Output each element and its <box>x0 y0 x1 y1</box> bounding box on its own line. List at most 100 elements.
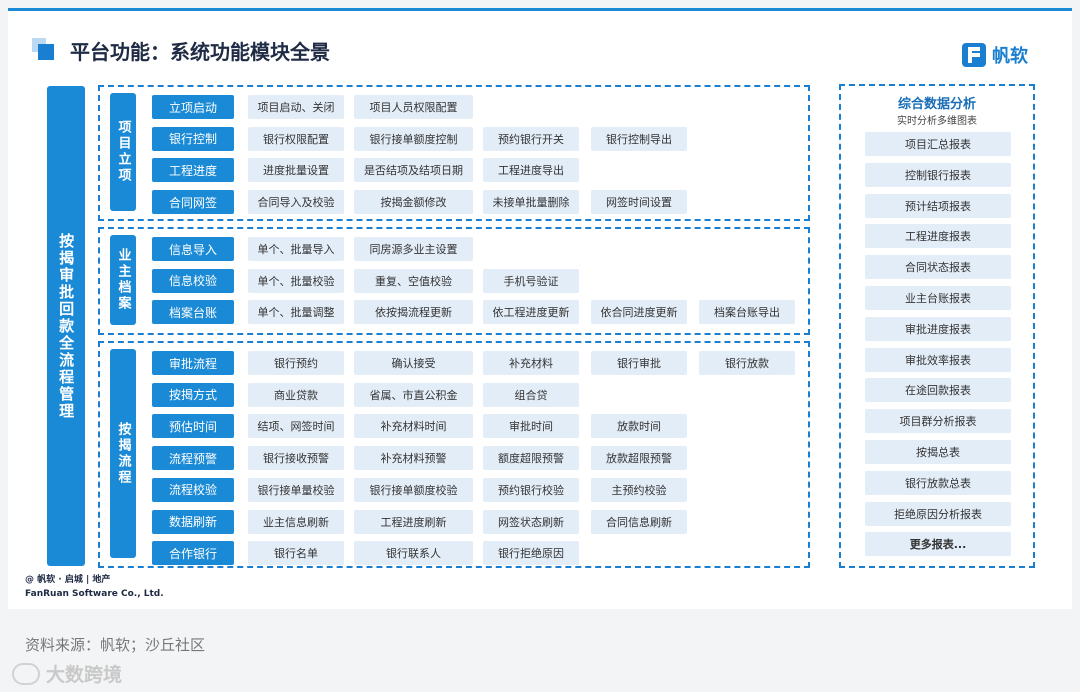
report-item: 审批效率报表 <box>865 347 1011 372</box>
feature-cell: 主预约校验 <box>591 477 687 502</box>
feature-cell: 补充材料 <box>483 351 579 375</box>
report-item: 银行放款总表 <box>865 470 1011 495</box>
feature-cell: 结项、网签时间 <box>248 414 344 439</box>
report-item: 在途回款报表 <box>865 378 1011 403</box>
footer-brand: @ 帆软 · 启城 | 地产 FanRuan Software Co., Ltd… <box>25 574 164 601</box>
feature-cell: 银行接单额度控制 <box>354 126 473 151</box>
module-group-label: 按揭流程 <box>110 349 136 558</box>
logo-text: 帆软 <box>992 46 1028 67</box>
row-heading: 审批流程 <box>152 351 234 375</box>
feature-cell: 商业贷款 <box>248 382 344 407</box>
feature-cell: 组合贷 <box>483 382 579 407</box>
row-heading: 信息校验 <box>152 268 234 293</box>
feature-cell: 补充材料预警 <box>354 446 473 471</box>
feature-cell: 银行权限配置 <box>248 126 344 151</box>
row-heading: 银行控制 <box>152 126 234 151</box>
feature-cell: 银行接单额度校验 <box>354 477 473 502</box>
analysis-panel-title: 综合数据分析 <box>897 97 976 112</box>
report-item: 控制银行报表 <box>865 162 1011 187</box>
watermark-text: 大数跨境 <box>46 664 123 686</box>
feature-cell: 按揭金额修改 <box>354 190 473 215</box>
feature-cell: 手机号验证 <box>483 268 579 293</box>
main-process-label: 按揭审批回款全流程管理 <box>47 86 85 566</box>
feature-cell: 确认接受 <box>354 351 473 375</box>
row-heading: 工程进度 <box>152 158 234 183</box>
source-note: 资料来源：帆软；沙丘社区 <box>25 636 206 654</box>
feature-cell: 审批时间 <box>483 414 579 439</box>
feature-cell: 银行审批 <box>591 351 687 375</box>
row-heading: 数据刷新 <box>152 509 234 534</box>
footer-brand-line2: FanRuan Software Co., Ltd. <box>25 588 164 599</box>
feature-cell: 单个、批量校验 <box>248 268 344 293</box>
feature-cell: 省属、市直公积金 <box>354 382 473 407</box>
feature-cell: 补充材料时间 <box>354 414 473 439</box>
feature-cell: 预约银行开关 <box>483 126 579 151</box>
report-item: 预计结项报表 <box>865 193 1011 218</box>
feature-cell: 银行控制导出 <box>591 126 687 151</box>
feature-cell: 银行拒绝原因 <box>483 541 579 566</box>
report-item: 业主台账报表 <box>865 286 1011 310</box>
feature-cell: 业主信息刷新 <box>248 509 344 534</box>
feature-cell: 工程进度刷新 <box>354 509 473 534</box>
feature-cell: 重复、空值校验 <box>354 268 473 293</box>
analysis-panel: 综合数据分析 实时分析多维图表 项目汇总报表 控制银行报表 预计结项报表 工程进度报表… <box>839 84 1035 568</box>
feature-cell: 放款超限预警 <box>591 446 687 471</box>
feature-cell: 合同导入及校验 <box>248 190 344 215</box>
feature-cell: 项目人员权限配置 <box>354 95 473 119</box>
module-group-label: 项目立项 <box>110 93 136 211</box>
feature-cell: 银行接单量校验 <box>248 477 344 502</box>
feature-cell: 银行接收预警 <box>248 446 344 471</box>
feature-cell: 依按揭流程更新 <box>354 300 473 325</box>
report-item: 合同状态报表 <box>865 255 1011 280</box>
feature-cell: 单个、批量导入 <box>248 237 344 261</box>
feature-cell: 银行名单 <box>248 541 344 566</box>
module-group-label-text: 项目立项 <box>115 120 131 184</box>
report-item: 工程进度报表 <box>865 224 1011 249</box>
feature-cell: 银行预约 <box>248 351 344 375</box>
feature-cell: 放款时间 <box>591 414 687 439</box>
feature-cell: 项目启动、关闭 <box>248 95 344 119</box>
page-title: 平台功能：系统功能模块全景 <box>70 40 330 64</box>
feature-cell: 网签状态刷新 <box>483 509 579 534</box>
main-label-text: 按揭审批回款全流程管理 <box>57 232 76 420</box>
feature-cell: 预约银行校验 <box>483 477 579 502</box>
module-group-label: 业主档案 <box>110 235 136 325</box>
row-heading: 流程校验 <box>152 477 234 502</box>
row-heading: 预估时间 <box>152 414 234 439</box>
feature-cell: 网签时间设置 <box>591 190 687 215</box>
feature-cell: 银行放款 <box>699 351 795 375</box>
report-item: 拒绝原因分析报表 <box>865 501 1011 526</box>
feature-cell: 合同信息刷新 <box>591 509 687 534</box>
feature-cell: 依工程进度更新 <box>483 300 579 325</box>
feature-cell: 未接单批量删除 <box>483 190 579 215</box>
feature-cell: 是否结项及结项日期 <box>354 158 473 183</box>
feature-cell: 依合同进度更新 <box>591 300 687 325</box>
analysis-panel-subtitle: 实时分析多维图表 <box>897 116 977 127</box>
fanruan-logo-icon <box>962 43 986 67</box>
feature-cell: 同房源多业主设置 <box>354 237 473 261</box>
feature-cell: 银行联系人 <box>354 541 473 566</box>
watermark-icon <box>12 662 40 685</box>
report-item: 项目汇总报表 <box>865 132 1011 156</box>
more-reports-item: 更多报表... <box>865 532 1011 557</box>
feature-cell: 档案台账导出 <box>699 300 795 325</box>
row-heading: 合同网签 <box>152 190 234 215</box>
row-heading: 按揭方式 <box>152 382 234 407</box>
brand-logo: 帆软 <box>962 42 1028 68</box>
row-heading: 档案台账 <box>152 300 234 325</box>
row-heading: 流程预警 <box>152 446 234 471</box>
feature-cell: 单个、批量调整 <box>248 300 344 325</box>
feature-cell: 工程进度导出 <box>483 158 579 183</box>
module-group-label-text: 按揭流程 <box>115 421 131 486</box>
feature-cell: 进度批量设置 <box>248 158 344 183</box>
module-group-label-text: 业主档案 <box>115 248 131 312</box>
report-item: 审批进度报表 <box>865 316 1011 341</box>
report-item: 项目群分析报表 <box>865 409 1011 434</box>
footer-brand-line1: @ 帆软 · 启城 | 地产 <box>25 575 111 585</box>
watermark: 大数跨境 <box>12 660 122 687</box>
row-heading: 信息导入 <box>152 237 234 261</box>
row-heading: 合作银行 <box>152 541 234 566</box>
feature-cell: 额度超限预警 <box>483 446 579 471</box>
report-item: 按揭总表 <box>865 440 1011 464</box>
row-heading: 立项启动 <box>152 95 234 119</box>
